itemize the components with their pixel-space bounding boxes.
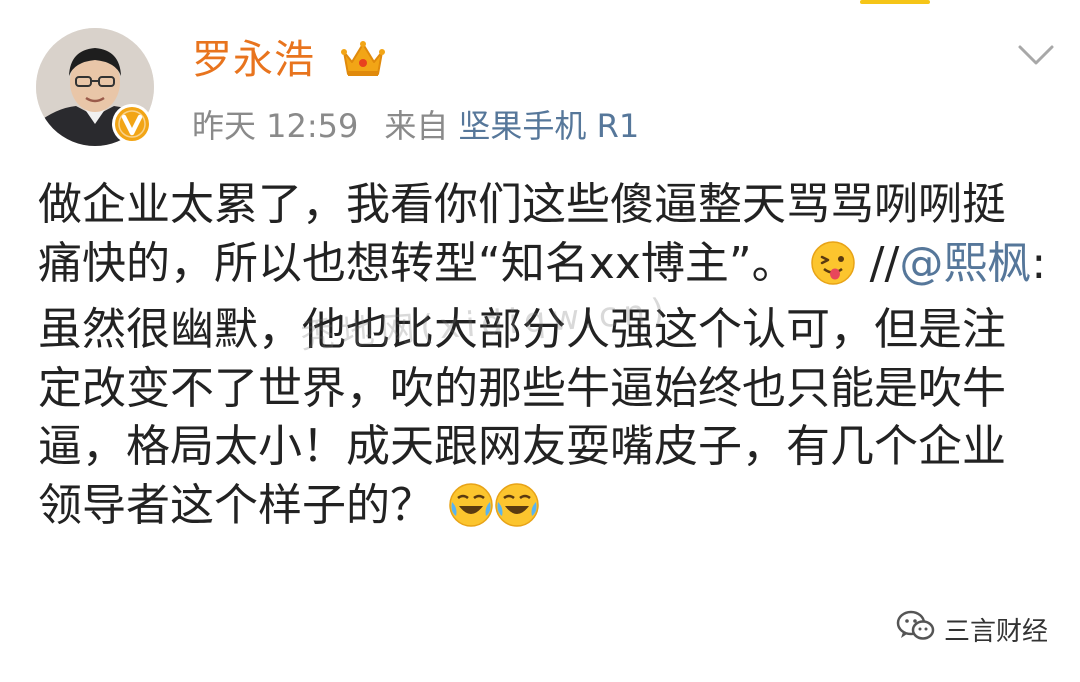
brand-label: 三言财经 xyxy=(943,617,1048,647)
crown-icon[interactable] xyxy=(340,38,386,84)
laughing-crying-emoji-icon xyxy=(448,482,494,544)
laughing-crying-emoji-icon xyxy=(494,482,540,544)
username[interactable]: 罗永浩 xyxy=(192,34,315,86)
post-text: 做企业太累了，我看你们这些傻逼整天骂骂咧咧挺痛快的，所以也想转型“知名xx博主”… xyxy=(38,176,1048,543)
source-label: 来自 xyxy=(384,107,449,145)
brand-mark: 三言财经 xyxy=(896,609,1048,650)
repost-prefix: // xyxy=(855,237,900,289)
chevron-down-icon[interactable] xyxy=(1014,40,1058,70)
verified-icon xyxy=(112,104,152,144)
mention-link[interactable]: @熙枫 xyxy=(899,238,1031,289)
source-device-link[interactable]: 坚果手机 R1 xyxy=(458,107,639,145)
post-meta: 昨天 12:59 来自 坚果手机 R1 xyxy=(192,104,639,148)
tongue-emoji-icon xyxy=(810,240,856,302)
post-time: 昨天 12:59 xyxy=(192,107,359,145)
top-decoration xyxy=(860,0,930,4)
wechat-icon xyxy=(896,609,936,650)
